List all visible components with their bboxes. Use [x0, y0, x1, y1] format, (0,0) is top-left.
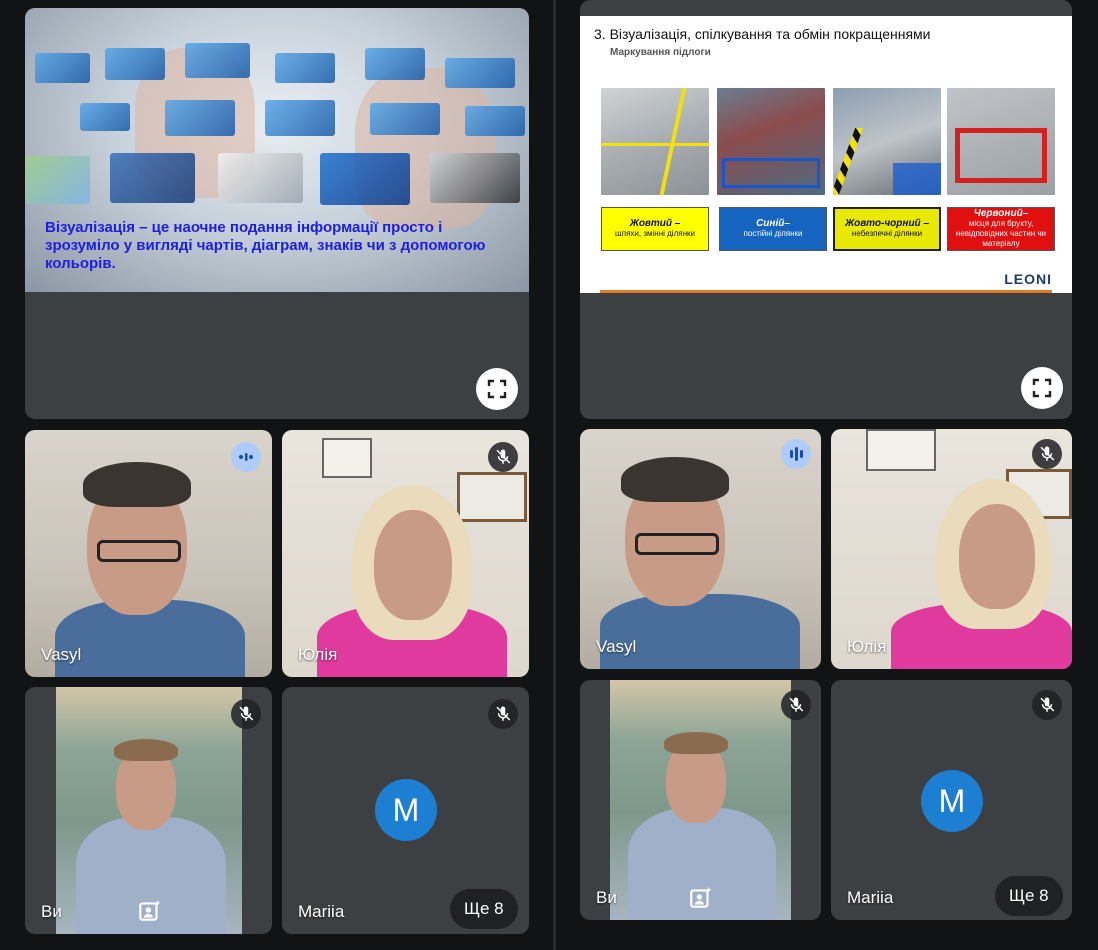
- slide-subtitle: Маркування підлоги: [610, 47, 711, 58]
- legend-blue: Синій– постійні ділянки: [719, 207, 827, 251]
- participant-name: Ви: [41, 902, 62, 921]
- mic-off-indicator: [488, 699, 518, 729]
- brand-logo: LEONI: [1004, 271, 1052, 287]
- self-video: [56, 687, 242, 934]
- shared-slide: Візуалізація – це наочне подання інформа…: [25, 8, 529, 292]
- participant-name: Vasyl: [596, 637, 637, 656]
- mic-off-indicator: [781, 690, 811, 720]
- floor-photo-1: [601, 88, 709, 195]
- participant-tile-self[interactable]: Ви: [580, 680, 821, 920]
- fullscreen-icon: [1032, 378, 1052, 398]
- visual-effects-icon[interactable]: [688, 885, 714, 911]
- fullscreen-button[interactable]: [1021, 367, 1063, 409]
- participant-name: Ви: [596, 888, 617, 907]
- slide-text: Візуалізація – це наочне подання інформа…: [45, 219, 486, 272]
- mic-off-icon: [789, 697, 804, 712]
- legend-yellow: Жовтий – шляхи, змінні ділянки: [601, 207, 709, 251]
- legend-title: Червоний–: [973, 208, 1029, 219]
- legend-title: Жовтий –: [629, 218, 681, 229]
- presentation-tile[interactable]: 3. Візуалізація, спілкування та обмін по…: [580, 0, 1072, 419]
- legend-red: Червоний– місця для брухту, невідповідни…: [947, 207, 1055, 251]
- participant-name: Юлія: [298, 645, 338, 664]
- floor-photo-2: [717, 88, 825, 195]
- fullscreen-icon: [487, 379, 507, 399]
- speaking-icon: [790, 447, 803, 461]
- mic-off-icon: [496, 449, 511, 464]
- more-participants-button[interactable]: Ще 8: [995, 876, 1063, 916]
- participant-tile-yuliia[interactable]: Юлія: [282, 430, 529, 677]
- mic-off-indicator: [231, 699, 261, 729]
- participant-name: Vasyl: [41, 645, 82, 664]
- legend-desc: місця для брухту, невідповідних частин ч…: [955, 219, 1047, 248]
- visual-effects-icon[interactable]: [137, 898, 163, 924]
- participant-tile-yuliia[interactable]: Юлія: [831, 429, 1072, 669]
- legend-desc: небезпечні ділянки: [851, 229, 923, 238]
- left-meeting-view: Візуалізація – це наочне подання інформа…: [0, 0, 553, 950]
- more-participants-button[interactable]: Ще 8: [450, 889, 518, 929]
- participant-name: Mariia: [298, 902, 345, 921]
- legend-title: Жовто-чорний –: [845, 218, 929, 229]
- avatar: M: [375, 779, 437, 841]
- floor-photo-3: [833, 88, 941, 195]
- participant-tile-mariia[interactable]: M Mariia Ще 8: [831, 680, 1072, 920]
- mic-off-icon: [1040, 446, 1055, 461]
- participant-name: Юлія: [847, 637, 887, 656]
- legend-title: Синій–: [756, 218, 790, 229]
- speaking-icon: [239, 453, 253, 461]
- mic-off-icon: [1040, 697, 1055, 712]
- mic-off-icon: [239, 706, 254, 721]
- legend-yellow-black: Жовто-чорний – небезпечні ділянки: [833, 207, 941, 251]
- mic-off-icon: [496, 706, 511, 721]
- shared-slide: 3. Візуалізація, спілкування та обмін по…: [580, 16, 1072, 293]
- fullscreen-button[interactable]: [476, 368, 518, 410]
- participant-tile-mariia[interactable]: M Mariia Ще 8: [282, 687, 529, 934]
- speaking-indicator: [781, 439, 811, 469]
- slide-title: 3. Візуалізація, спілкування та обмін по…: [594, 26, 931, 42]
- floor-photo-4: [947, 88, 1055, 195]
- participant-tile-vasyl[interactable]: Vasyl: [25, 430, 272, 677]
- participant-name: Mariia: [847, 888, 894, 907]
- participant-tile-self[interactable]: Ви: [25, 687, 272, 934]
- mic-off-indicator: [488, 442, 518, 472]
- avatar: M: [921, 770, 983, 832]
- legend-desc: постійні ділянки: [743, 229, 803, 238]
- self-video: [610, 680, 791, 920]
- right-meeting-view: 3. Візуалізація, спілкування та обмін по…: [556, 0, 1098, 950]
- mic-off-indicator: [1032, 439, 1062, 469]
- presentation-tile[interactable]: Візуалізація – це наочне подання інформа…: [25, 8, 529, 419]
- mic-off-indicator: [1032, 690, 1062, 720]
- legend-desc: шляхи, змінні ділянки: [615, 229, 695, 238]
- participant-tile-vasyl[interactable]: Vasyl: [580, 429, 821, 669]
- slide-footer-bar: [600, 290, 1052, 293]
- speaking-indicator: [231, 442, 261, 472]
